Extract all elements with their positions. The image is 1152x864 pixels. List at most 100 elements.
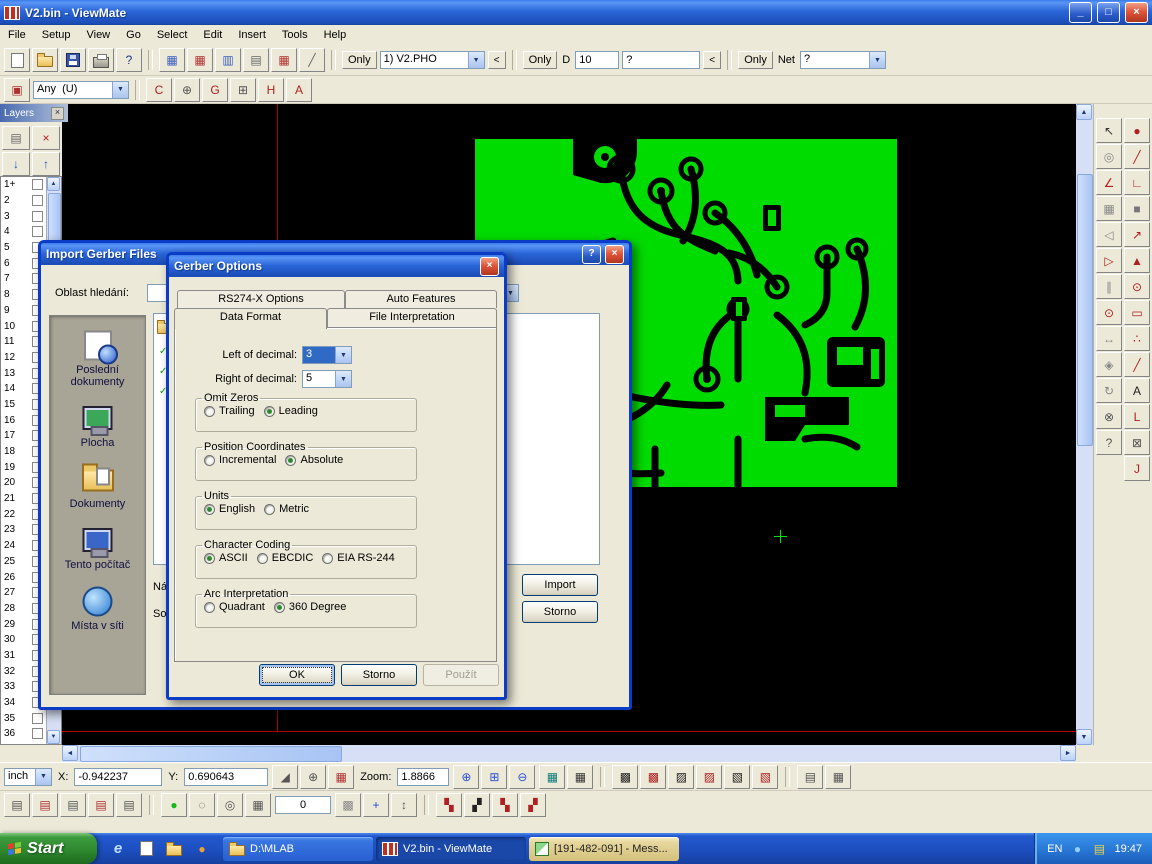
measure-diagonal-icon[interactable]: ◢ <box>272 765 298 789</box>
grid-toggle-icon[interactable]: ▦ <box>328 765 354 789</box>
fill-pattern-1-icon[interactable]: ▚ <box>436 793 462 817</box>
radio-incremental[interactable]: Incremental <box>204 454 276 466</box>
menu-view[interactable]: View <box>78 25 118 45</box>
label-tool-icon[interactable]: L <box>1124 404 1150 429</box>
chevron-down-icon[interactable]: ▼ <box>869 52 885 68</box>
menu-file[interactable]: File <box>0 25 34 45</box>
radio-icon[interactable] <box>204 553 215 564</box>
highlight-layers-icon[interactable]: ▦ <box>159 48 185 72</box>
zoom-window-icon[interactable]: ⊞ <box>481 765 507 789</box>
film-stack-1-icon[interactable]: ▤ <box>4 793 30 817</box>
dot-grid-icon[interactable]: ▩ <box>335 793 361 817</box>
radio-quadrant[interactable]: Quadrant <box>204 601 265 613</box>
vertical-scrollbar[interactable]: ▲ ▼ <box>1076 104 1093 745</box>
tab-file-interpretation[interactable]: File Interpretation <box>327 308 497 327</box>
layer-combo[interactable]: 1) V2.PHO ▼ <box>380 51 485 69</box>
menu-tools[interactable]: Tools <box>274 25 316 45</box>
layer-row-4[interactable]: 4 <box>1 224 46 240</box>
net-combo[interactable]: ? ▼ <box>800 51 886 69</box>
fill-pattern-3-icon[interactable]: ▚ <box>492 793 518 817</box>
radio-ascii[interactable]: ASCII <box>204 552 248 564</box>
dialog-title-bar[interactable]: Gerber Options × <box>169 255 504 277</box>
layer-color-swatch[interactable] <box>32 713 43 724</box>
right-of-decimal-select[interactable]: 5 ▼ <box>302 370 352 388</box>
radio-leading[interactable]: Leading <box>264 405 318 417</box>
cancel-button[interactable]: Storno <box>522 601 598 623</box>
radio-icon[interactable] <box>204 602 215 613</box>
scroll-up-icon[interactable]: ▲ <box>47 177 60 191</box>
film-stack-5-icon[interactable]: ▤ <box>116 793 142 817</box>
dcode-bend-icon[interactable]: ∴ <box>1124 326 1150 351</box>
scroll-down-icon[interactable]: ▼ <box>1076 729 1092 745</box>
dcode-corner-icon[interactable]: ∟ <box>1124 170 1150 195</box>
pad-pattern-5-icon[interactable]: ▧ <box>724 765 750 789</box>
close-button[interactable]: × <box>605 245 624 264</box>
pad-pattern-2-icon[interactable]: ▩ <box>640 765 666 789</box>
mirror-icon[interactable]: ◁ <box>1096 222 1122 247</box>
import-button[interactable]: Import <box>522 574 598 596</box>
radio-ebcdic[interactable]: EBCDIC <box>257 552 314 564</box>
start-button[interactable]: Start <box>0 833 97 864</box>
film-stack-3-icon[interactable]: ▤ <box>60 793 86 817</box>
center-dcode-icon[interactable]: C <box>146 78 172 102</box>
horizontal-scrollbar[interactable]: ◄ ► <box>62 745 1076 762</box>
pan-icon[interactable]: ↔ <box>1096 326 1122 351</box>
browser-icon[interactable]: ● <box>189 837 215 861</box>
internet-explorer-icon[interactable]: e <box>105 837 131 861</box>
capture-circle-icon[interactable]: ◎ <box>217 793 243 817</box>
radio-icon[interactable] <box>264 406 275 417</box>
only-layer-toggle[interactable]: Only <box>342 51 377 69</box>
tool-table-icon[interactable]: ▤ <box>243 48 269 72</box>
show-desktop-icon[interactable] <box>133 837 159 861</box>
pad-pattern-4-icon[interactable]: ▨ <box>696 765 722 789</box>
filled-rect-icon[interactable]: ▦ <box>1096 196 1122 221</box>
layer-color-swatch[interactable] <box>32 179 43 190</box>
hook-tool-icon[interactable]: J <box>1124 456 1150 481</box>
dcode-filter-field[interactable]: ? <box>622 51 700 69</box>
close-button[interactable]: × <box>480 257 499 276</box>
grid-snap-icon[interactable]: ⊞ <box>230 78 256 102</box>
film-stack-4-icon[interactable]: ▤ <box>88 793 114 817</box>
online-status-icon[interactable]: ● <box>161 793 187 817</box>
pad-pattern-6-icon[interactable]: ▧ <box>752 765 778 789</box>
diamond-aperture-icon[interactable]: ◈ <box>1096 352 1122 377</box>
dcode-value-field[interactable]: 10 <box>575 51 619 69</box>
place-dokumenty[interactable]: Dokumenty <box>52 464 144 510</box>
save-file-icon[interactable] <box>60 48 86 72</box>
menu-setup[interactable]: Setup <box>34 25 79 45</box>
origin-crosshair-icon[interactable]: ⊕ <box>300 765 326 789</box>
dcode-selector-combo[interactable]: Any (U) ▼ <box>33 81 129 99</box>
aperture-grid-icon[interactable]: ▦ <box>567 765 593 789</box>
menu-edit[interactable]: Edit <box>195 25 230 45</box>
close-button[interactable]: × <box>1125 2 1148 23</box>
mail-export-icon[interactable]: ⊠ <box>1124 430 1150 455</box>
layer-table-icon[interactable]: ▤ <box>2 126 30 150</box>
radio-icon[interactable] <box>322 553 333 564</box>
zoom-value-field[interactable]: 1.8866 <box>397 768 449 786</box>
scrollbar-thumb[interactable] <box>80 746 342 762</box>
grid-value-field[interactable]: 0 <box>275 796 331 814</box>
net-table-icon[interactable]: ▦ <box>271 48 297 72</box>
print-icon[interactable] <box>88 48 114 72</box>
layer-row-3[interactable]: 3 <box>1 208 46 224</box>
radio-metric[interactable]: Metric <box>264 503 309 515</box>
dcode-target-icon[interactable]: ⊙ <box>1124 274 1150 299</box>
measure-slash-icon[interactable]: ╱ <box>299 48 325 72</box>
place-posledn-dokumenty[interactable]: Poslední dokumenty <box>52 330 144 388</box>
lasso-icon[interactable]: ◌ <box>189 793 215 817</box>
messenger-icon[interactable]: ● <box>1067 837 1087 861</box>
unit-combo[interactable]: inch ▼ <box>4 768 52 786</box>
radio-absolute[interactable]: Absolute <box>285 454 343 466</box>
dcode-grid-icon[interactable]: ▦ <box>539 765 565 789</box>
chevron-down-icon[interactable]: ▼ <box>468 52 484 68</box>
left-of-decimal-select[interactable]: 3 ▼ <box>302 346 352 364</box>
menu-insert[interactable]: Insert <box>230 25 274 45</box>
radio-icon[interactable] <box>204 455 215 466</box>
place-tento-po-ta[interactable]: Tento počítač <box>52 525 144 571</box>
zoom-select-icon[interactable]: ◎ <box>1096 144 1122 169</box>
radio-icon[interactable] <box>257 553 268 564</box>
scroll-up-icon[interactable]: ▲ <box>1076 104 1092 120</box>
dcode-line-icon[interactable]: ╱ <box>1124 144 1150 169</box>
chevron-down-icon[interactable]: ▼ <box>335 347 351 363</box>
select-pointer-icon[interactable]: ↖ <box>1096 118 1122 143</box>
